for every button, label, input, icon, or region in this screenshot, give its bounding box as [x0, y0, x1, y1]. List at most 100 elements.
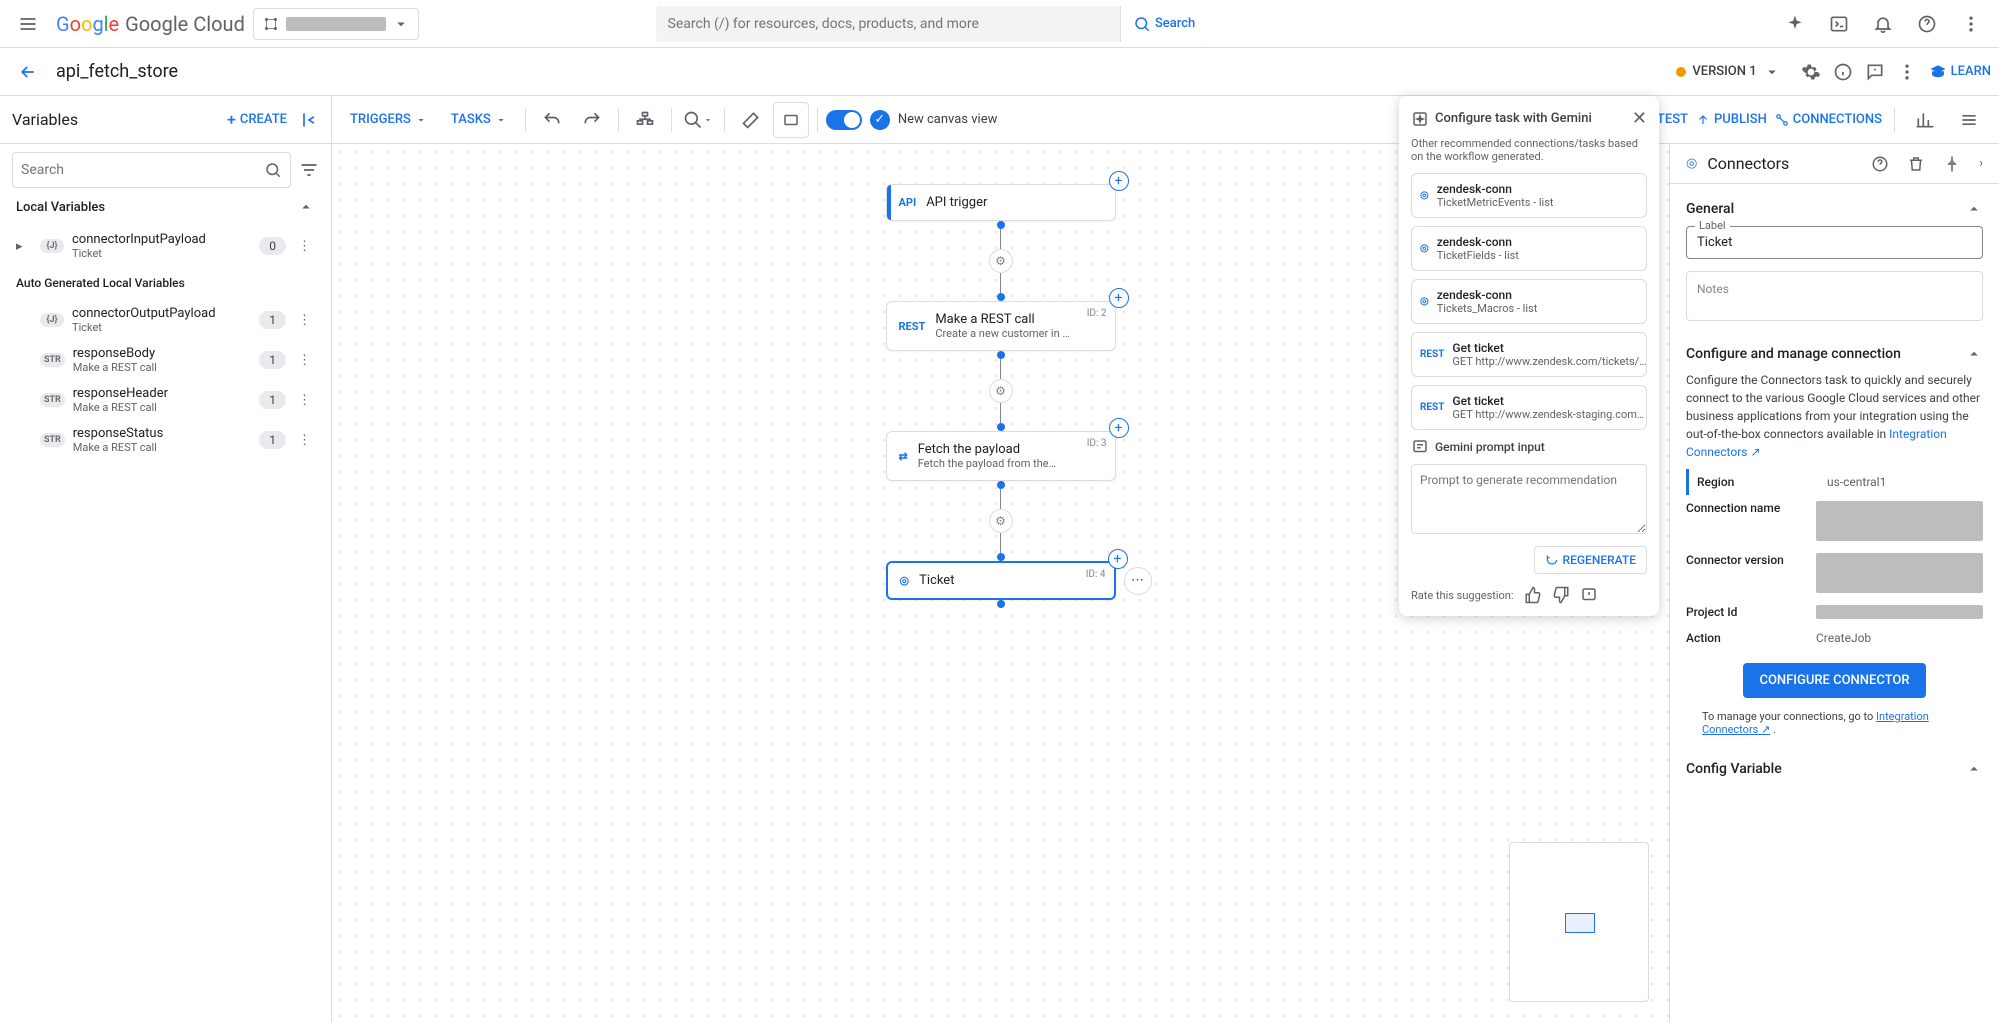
general-section[interactable]: General	[1686, 192, 1983, 226]
delete-icon[interactable]	[1907, 155, 1925, 173]
help-icon[interactable]	[1871, 155, 1889, 173]
help-icon[interactable]	[1907, 4, 1947, 44]
more-icon[interactable]: ⋮	[294, 239, 315, 254]
more-icon[interactable]: ⋮	[294, 393, 315, 408]
thumbs-down-icon[interactable]	[1552, 586, 1570, 604]
variables-panel: Local Variables ▸ {J} connectorInputPayl…	[0, 144, 332, 1022]
notifications-icon[interactable]	[1863, 4, 1903, 44]
check-icon: ✓	[870, 110, 890, 130]
feedback-icon[interactable]	[1865, 62, 1885, 82]
type-badge: {J}	[40, 239, 64, 253]
list-icon[interactable]	[1951, 102, 1987, 138]
info-icon[interactable]	[1833, 62, 1853, 82]
thumbs-up-icon[interactable]	[1524, 586, 1542, 604]
canvas-view-toggle[interactable]: ✓ New canvas view	[826, 110, 998, 130]
report-icon[interactable]	[1580, 586, 1598, 604]
add-node-icon[interactable]: +	[1109, 288, 1129, 308]
node-ticket-connector[interactable]: + ID: 4 ◎ Ticket ⋯	[886, 561, 1116, 600]
node-fetch-payload[interactable]: + ID: 3 ⇄ Fetch the payloadFetch the pay…	[886, 431, 1116, 481]
node-more-icon[interactable]: ⋯	[1124, 567, 1152, 595]
cloud-shell-icon[interactable]	[1819, 4, 1859, 44]
zoom-icon[interactable]	[680, 102, 716, 138]
search-button[interactable]: Search	[1120, 6, 1207, 42]
chevron-up-icon	[1965, 200, 1983, 218]
close-icon[interactable]: ✕	[1632, 108, 1647, 129]
publish-button[interactable]: PUBLISH	[1696, 112, 1767, 127]
undo-icon[interactable]	[534, 102, 570, 138]
add-node-icon[interactable]: +	[1109, 171, 1129, 191]
metrics-icon[interactable]	[1907, 102, 1943, 138]
chevron-down-icon	[392, 15, 410, 33]
variables-search[interactable]	[12, 152, 291, 188]
search-bar: Search	[656, 6, 1208, 42]
suggestion-item[interactable]: REST Get ticketGET http://www.zendesk-st…	[1411, 385, 1647, 430]
more-icon[interactable]: ⋮	[294, 433, 315, 448]
suggestion-item[interactable]: REST Get ticketGET http://www.zendesk.co…	[1411, 332, 1647, 377]
flow-name: api_fetch_store	[56, 61, 178, 82]
sparkle-icon	[1411, 110, 1429, 128]
connection-name-row: Connection name	[1686, 495, 1983, 547]
more-icon[interactable]	[1951, 4, 1991, 44]
suggestion-item[interactable]: ◎ zendesk-connTicketMetricEvents - list	[1411, 173, 1647, 218]
variable-row[interactable]: STR responseStatusMake a REST call 1 ⋮	[0, 420, 331, 460]
rest-icon: REST	[899, 320, 926, 333]
local-variables-section[interactable]: Local Variables	[0, 188, 331, 226]
refresh-icon	[1545, 553, 1559, 567]
variable-row[interactable]: {J} connectorOutputPayloadTicket 1 ⋮	[0, 300, 331, 340]
redo-icon[interactable]	[574, 102, 610, 138]
connections-footer: To manage your connections, go to Integr…	[1686, 710, 1983, 736]
minimap[interactable]	[1509, 842, 1649, 1002]
create-variable-button[interactable]: +CREATE	[227, 110, 287, 129]
chevron-up-icon	[1965, 760, 1983, 778]
frame-icon[interactable]	[773, 102, 809, 138]
label-field[interactable]: Label Ticket	[1686, 226, 1983, 259]
learn-button[interactable]: LEARN	[1929, 63, 1991, 81]
collapse-panel-icon[interactable]	[299, 110, 319, 130]
config-variable-section[interactable]: Config Variable	[1686, 752, 1983, 786]
variable-row[interactable]: STR responseBodyMake a REST call 1 ⋮	[0, 340, 331, 380]
rest-icon: REST	[1420, 394, 1444, 421]
gemini-prompt-input[interactable]	[1411, 464, 1647, 534]
project-selector[interactable]	[253, 8, 419, 40]
product-logo[interactable]: Google Google Cloud	[56, 12, 245, 36]
wand-icon[interactable]	[733, 102, 769, 138]
version-selector[interactable]: VERSION 1	[1668, 59, 1788, 85]
configure-connector-button[interactable]: CONFIGURE CONNECTOR	[1743, 663, 1925, 698]
settings-icon[interactable]	[1801, 62, 1821, 82]
back-button[interactable]	[8, 52, 48, 92]
node-rest-call[interactable]: + ID: 2 REST Make a REST callCreate a ne…	[886, 301, 1116, 351]
tasks-dropdown[interactable]: TASKS	[441, 106, 517, 133]
suggestion-item[interactable]: ◎ zendesk-connTickets_Macros - list	[1411, 279, 1647, 324]
expand-icon[interactable]: ▸	[16, 239, 32, 254]
gemini-icon[interactable]	[1775, 4, 1815, 44]
more-icon[interactable]: ⋮	[294, 353, 315, 368]
triggers-dropdown[interactable]: TRIGGERS	[340, 106, 437, 133]
regenerate-button[interactable]: REGENERATE	[1534, 546, 1647, 574]
menu-icon[interactable]	[8, 4, 48, 44]
product-name: Google Cloud	[125, 12, 245, 36]
filter-icon[interactable]	[299, 160, 319, 180]
pin-icon[interactable]	[1943, 155, 1961, 173]
search-input[interactable]	[656, 16, 1120, 32]
chevron-down-icon	[1763, 63, 1781, 81]
gemini-panel: Configure task with Gemini ✕ Other recom…	[1399, 96, 1659, 616]
configure-connection-section[interactable]: Configure and manage connection	[1686, 337, 1983, 371]
edge-config-icon[interactable]: ⚙	[989, 379, 1013, 403]
variable-row[interactable]: ▸ {J} connectorInputPayloadTicket 0 ⋮	[0, 226, 331, 266]
expand-icon[interactable]: ›	[1979, 156, 1983, 171]
connector-icon: ◎	[1420, 288, 1429, 315]
edge-config-icon[interactable]: ⚙	[989, 509, 1013, 533]
suggestion-item[interactable]: ◎ zendesk-connTicketFields - list	[1411, 226, 1647, 271]
layout-icon[interactable]	[627, 102, 663, 138]
add-node-icon[interactable]: +	[1108, 549, 1128, 569]
variable-row[interactable]: STR responseHeaderMake a REST call 1 ⋮	[0, 380, 331, 420]
usage-count: 1	[259, 351, 286, 369]
edge-config-icon[interactable]: ⚙	[989, 249, 1013, 273]
connector-icon: ◎	[1686, 156, 1697, 171]
add-node-icon[interactable]: +	[1109, 418, 1129, 438]
node-api-trigger[interactable]: + API API trigger	[886, 184, 1116, 221]
notes-field[interactable]: Notes	[1686, 271, 1983, 321]
more-icon[interactable]	[1897, 62, 1917, 82]
connections-button[interactable]: CONNECTIONS	[1775, 112, 1882, 127]
more-icon[interactable]: ⋮	[294, 313, 315, 328]
